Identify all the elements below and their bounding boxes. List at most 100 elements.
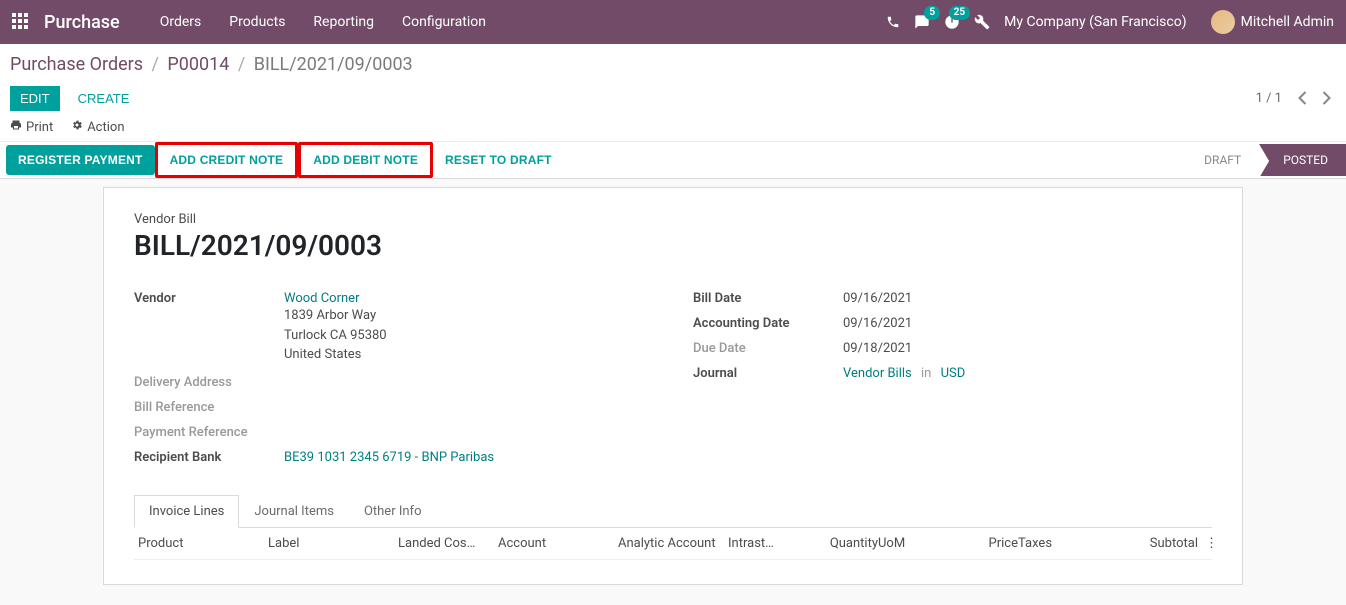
breadcrumb-sep: / [152,54,159,75]
control-panel: Purchase Orders / P00014 / BILL/2021/09/… [0,44,1346,142]
button-row: EDIT CREATE 1 / 1 [10,85,1336,111]
form-col-right: Bill Date 09/16/2021 Accounting Date 09/… [693,286,1212,470]
delivery-label: Delivery Address [134,375,284,390]
vendor-addr2: Turlock CA 95380 [284,326,387,346]
vendor-addr3: United States [284,345,387,365]
payref-label: Payment Reference [134,425,284,440]
th-product: Product [138,536,268,551]
activity-badge: 25 [949,6,970,20]
edit-button[interactable]: EDIT [10,86,60,111]
delivery-row: Delivery Address [134,370,653,395]
nav-reporting[interactable]: Reporting [299,0,388,44]
billdate-label: Bill Date [693,291,843,306]
breadcrumb-purchase-orders[interactable]: Purchase Orders [10,54,143,75]
tab-invoice-lines[interactable]: Invoice Lines [134,495,239,528]
breadcrumb-current: BILL/2021/09/0003 [254,54,413,75]
print-icon [10,119,22,135]
journal-row: Journal Vendor Bills in USD [693,361,1212,386]
avatar [1211,10,1235,34]
nav-products[interactable]: Products [215,0,299,44]
duedate-row: Due Date 09/18/2021 [693,336,1212,361]
breadcrumb-sep: / [238,54,245,75]
th-landed: Landed Cos… [398,536,498,551]
action-label: Action [87,120,124,135]
bank-label: Recipient Bank [134,450,284,465]
chat-icon[interactable]: 5 [914,14,930,30]
th-taxes: Taxes [1018,536,1108,551]
bank-value[interactable]: BE39 1031 2345 6719 - BNP Paribas [284,450,494,465]
tools-icon[interactable] [974,14,990,30]
th-label: Label [268,536,398,551]
form-columns: Vendor Wood Corner 1839 Arbor Way Turloc… [134,286,1212,470]
pager-prev[interactable] [1292,85,1312,111]
record-type: Vendor Bill [134,212,1212,227]
journal-value: Vendor Bills in USD [843,366,965,381]
acctdate-row: Accounting Date 09/16/2021 [693,311,1212,336]
pager-text: 1 / 1 [1256,91,1282,106]
status-draft[interactable]: DRAFT [1180,144,1259,176]
breadcrumb: Purchase Orders / P00014 / BILL/2021/09/… [10,54,1336,75]
tool-links: Print Action [10,119,1336,135]
billref-label: Bill Reference [134,400,284,415]
nav-configuration[interactable]: Configuration [388,0,500,44]
top-navbar: Purchase Orders Products Reporting Confi… [0,0,1346,44]
create-button[interactable]: CREATE [68,86,140,111]
app-title[interactable]: Purchase [44,12,120,33]
breadcrumb-po[interactable]: P00014 [167,54,229,75]
apps-icon[interactable] [12,13,30,31]
th-uom: UoM [878,536,928,551]
th-account: Account [498,536,618,551]
billdate-value: 09/16/2021 [843,291,912,306]
phone-icon[interactable] [886,15,900,29]
vendor-value: Wood Corner 1839 Arbor Way Turlock CA 95… [284,291,387,365]
vendor-link[interactable]: Wood Corner [284,291,359,306]
pager-next[interactable] [1316,85,1336,111]
nav-menus: Orders Products Reporting Configuration [146,0,500,44]
print-label: Print [26,120,53,135]
company-switcher[interactable]: My Company (San Francisco) [1004,14,1186,30]
form-sheet: Vendor Bill BILL/2021/09/0003 Vendor Woo… [103,187,1243,585]
currency-link[interactable]: USD [941,366,966,381]
billref-row: Bill Reference [134,395,653,420]
vendor-row: Vendor Wood Corner 1839 Arbor Way Turloc… [134,286,653,370]
acctdate-value: 09/16/2021 [843,316,912,331]
tab-other-info[interactable]: Other Info [349,495,437,528]
add-debit-note-button[interactable]: ADD DEBIT NOTE [298,142,433,178]
sheet-wrap: Vendor Bill BILL/2021/09/0003 Vendor Woo… [0,179,1346,585]
action-button[interactable]: Action [71,119,124,135]
register-payment-button[interactable]: REGISTER PAYMENT [6,145,155,175]
duedate-value: 09/18/2021 [843,341,912,356]
chat-badge: 5 [924,6,940,20]
tab-journal-items[interactable]: Journal Items [239,495,349,528]
gear-icon [71,119,83,135]
print-button[interactable]: Print [10,119,53,135]
table-header: Product Label Landed Cos… Account Analyt… [134,528,1212,560]
record-title: BILL/2021/09/0003 [134,229,1212,262]
vendor-label: Vendor [134,291,284,365]
user-menu[interactable]: Mitchell Admin [1201,10,1334,34]
add-credit-note-button[interactable]: ADD CREDIT NOTE [155,142,299,178]
acctdate-label: Accounting Date [693,316,843,331]
journal-link[interactable]: Vendor Bills [843,366,912,381]
pager: 1 / 1 [1256,85,1336,111]
bank-row: Recipient Bank BE39 1031 2345 6719 - BNP… [134,445,653,470]
kebab-icon[interactable]: ⋮ [1198,536,1218,551]
journal-label: Journal [693,366,843,381]
journal-in: in [921,366,931,381]
nav-orders[interactable]: Orders [146,0,216,44]
th-intrastat: Intrast… [728,536,798,551]
activity-icon[interactable]: 25 [944,14,960,30]
vendor-addr1: 1839 Arbor Way [284,306,387,326]
th-subtotal: Subtotal [1108,536,1198,551]
status-posted[interactable]: POSTED [1259,144,1346,176]
status-bar: REGISTER PAYMENT ADD CREDIT NOTE ADD DEB… [0,142,1346,179]
status-steps: DRAFT POSTED [1180,144,1346,176]
payref-row: Payment Reference [134,420,653,445]
form-col-left: Vendor Wood Corner 1839 Arbor Way Turloc… [134,286,653,470]
billdate-row: Bill Date 09/16/2021 [693,286,1212,311]
th-analytic: Analytic Account [618,536,728,551]
nav-right: 5 25 My Company (San Francisco) Mitchell… [886,10,1334,34]
duedate-label: Due Date [693,341,843,356]
tabs: Invoice Lines Journal Items Other Info [134,494,1212,528]
reset-to-draft-button[interactable]: RESET TO DRAFT [433,145,564,175]
